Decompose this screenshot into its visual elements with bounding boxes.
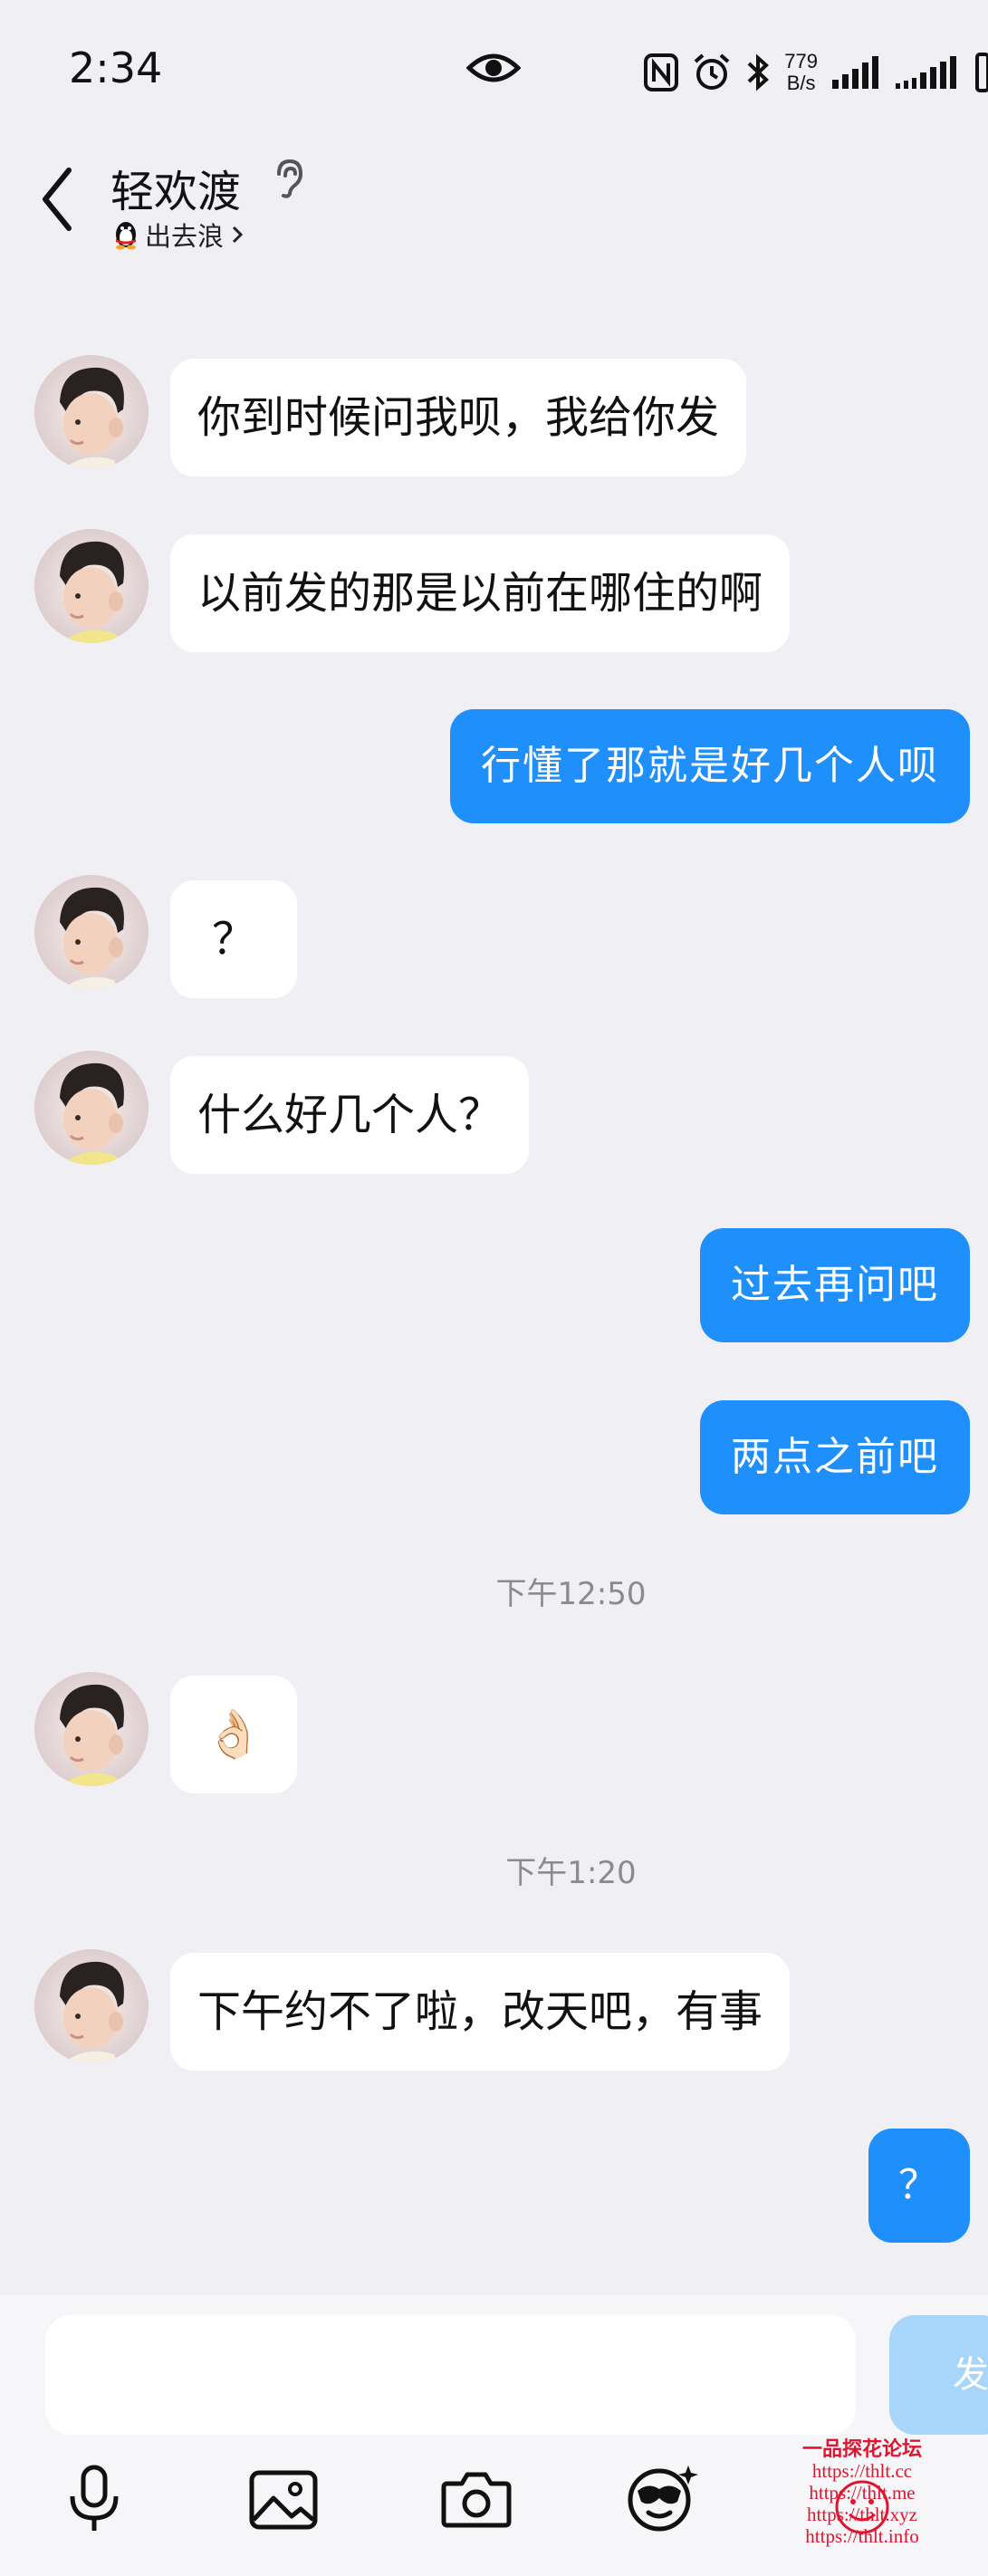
message-text: 以前发的那是以前在哪住的啊 bbox=[197, 568, 763, 619]
message-text: ？ bbox=[898, 2162, 940, 2208]
message-text: ？ bbox=[211, 914, 255, 965]
contact-status[interactable]: 出去浪 bbox=[112, 216, 245, 254]
message-bubble[interactable]: 以前发的那是以前在哪住的啊 bbox=[170, 534, 791, 652]
message-bubble[interactable]: 两点之前吧 bbox=[700, 1400, 970, 1514]
avatar[interactable] bbox=[34, 875, 149, 989]
contact-status-text: 出去浪 bbox=[145, 221, 225, 252]
send-button[interactable]: 发 bbox=[889, 2315, 988, 2435]
sticker-icon[interactable] bbox=[625, 2462, 701, 2533]
network-speed-value: 779 bbox=[784, 50, 818, 72]
message-bubble[interactable]: 什么好几个人？ bbox=[170, 1056, 530, 1174]
status-time: 2:34 bbox=[69, 43, 163, 92]
message-bubble[interactable]: 你到时候问我呗，我给你发 bbox=[170, 359, 747, 476]
baby-avatar-image bbox=[34, 875, 149, 989]
message-bubble[interactable]: 下午约不了啦，改天吧，有事 bbox=[170, 1953, 791, 2071]
alarm-icon bbox=[694, 53, 730, 90]
chat-header: 轻欢渡 出去浪 bbox=[0, 145, 988, 267]
battery-icon bbox=[975, 53, 988, 92]
contact-name[interactable]: 轻欢渡 bbox=[110, 156, 241, 219]
message-timestamp: 下午1:20 bbox=[505, 1855, 637, 1891]
message-text: 过去再问吧 bbox=[731, 1262, 939, 1308]
baby-avatar-image bbox=[34, 1051, 149, 1165]
image-icon[interactable] bbox=[248, 2469, 319, 2531]
message-bubble[interactable]: 过去再问吧 bbox=[700, 1228, 970, 1342]
status-icons: 779 B/s bbox=[643, 45, 988, 100]
ok-hand-emoji: 👌🏻 bbox=[204, 1707, 264, 1762]
baby-avatar-image bbox=[34, 355, 149, 469]
message-text: 两点之前吧 bbox=[731, 1434, 939, 1480]
penguin-icon bbox=[116, 222, 136, 250]
status-bar: 2:34 779 B/s bbox=[0, 0, 988, 145]
bluetooth-icon bbox=[747, 53, 770, 91]
baby-avatar-image bbox=[34, 529, 149, 643]
message-text: 你到时候问我呗，我给你发 bbox=[197, 392, 720, 443]
signal-icon bbox=[832, 56, 878, 89]
message-bubble[interactable]: 👌🏻 bbox=[170, 1676, 297, 1793]
message-bubble[interactable]: ？ bbox=[868, 2129, 970, 2243]
avatar[interactable] bbox=[34, 1949, 149, 2063]
camera-icon[interactable] bbox=[440, 2467, 513, 2531]
message-timestamp: 下午12:50 bbox=[495, 1576, 647, 1612]
eye-icon bbox=[466, 53, 521, 82]
ear-icon[interactable] bbox=[272, 158, 304, 199]
message-bubble[interactable]: ？ bbox=[170, 880, 297, 998]
avatar[interactable] bbox=[34, 529, 149, 643]
avatar[interactable] bbox=[34, 1051, 149, 1165]
network-speed-unit: B/s bbox=[786, 72, 816, 94]
nfc-icon bbox=[644, 53, 679, 91]
signal-2-icon bbox=[896, 56, 956, 89]
watermark: 一品探花论坛 https://thlt.cc https://thlt.me h… bbox=[790, 2437, 935, 2548]
microphone-icon[interactable] bbox=[65, 2464, 123, 2536]
message-text: 行懂了那就是好几个人呗 bbox=[481, 743, 939, 789]
avatar[interactable] bbox=[34, 1672, 149, 1786]
message-text: 下午约不了啦，改天吧，有事 bbox=[197, 1986, 763, 2037]
smiley-logo-icon bbox=[835, 2480, 889, 2534]
chevron-right-icon bbox=[232, 226, 244, 244]
baby-avatar-image bbox=[34, 1949, 149, 2063]
message-bubble[interactable]: 行懂了那就是好几个人呗 bbox=[450, 709, 970, 823]
avatar[interactable] bbox=[34, 355, 149, 469]
back-icon[interactable] bbox=[36, 163, 82, 235]
message-text: 什么好几个人？ bbox=[197, 1090, 503, 1140]
baby-avatar-image bbox=[34, 1672, 149, 1786]
network-speed: 779 B/s bbox=[784, 51, 818, 94]
message-input[interactable] bbox=[45, 2315, 856, 2435]
watermark-title: 一品探花论坛 bbox=[801, 2437, 922, 2460]
